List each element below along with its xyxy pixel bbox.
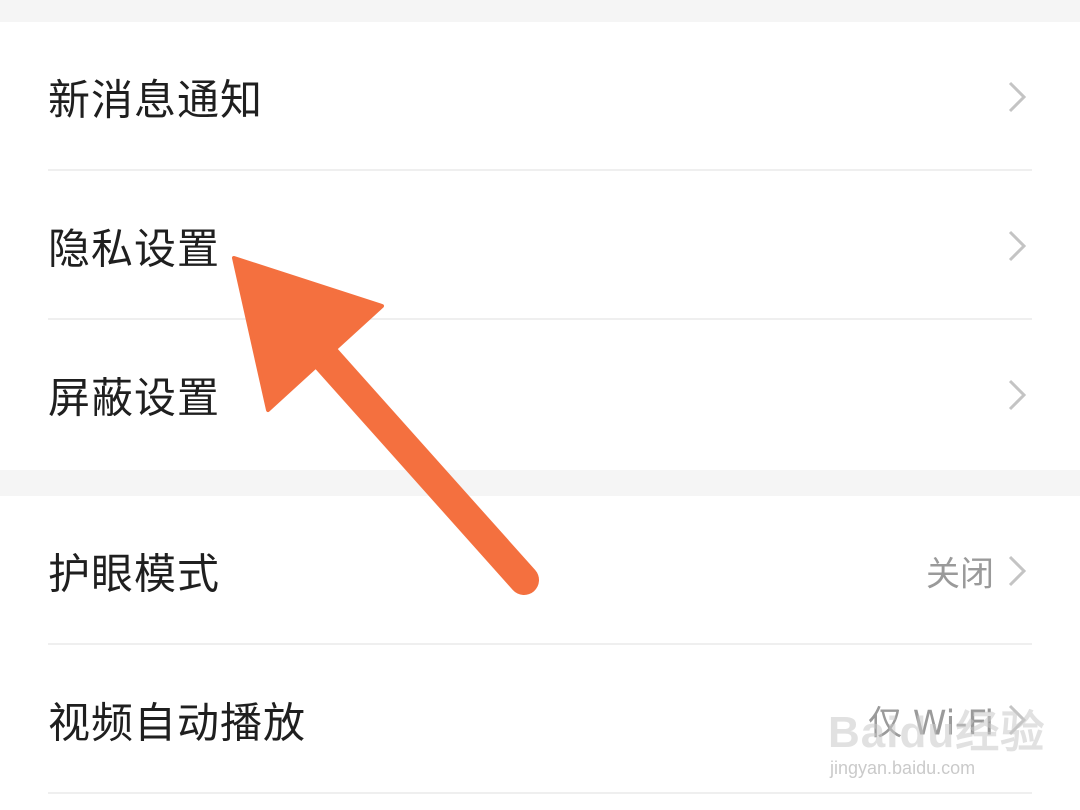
chevron-right-icon — [1008, 555, 1027, 586]
row-label: 隐私设置 — [48, 224, 221, 273]
row-block-settings[interactable]: 屏蔽设置 — [0, 320, 1080, 469]
chevron-right-icon — [1008, 81, 1027, 112]
row-label: 新消息通知 — [48, 75, 264, 124]
chevron-right-icon — [1008, 379, 1027, 410]
row-eye-protection-mode[interactable]: 护眼模式 关闭 — [0, 496, 1080, 645]
row-value: 仅 Wi-Fi — [868, 703, 994, 743]
row-label: 视频自动播放 — [48, 698, 307, 747]
settings-group-display: 护眼模式 关闭 视频自动播放 仅 Wi-Fi — [0, 496, 1080, 810]
row-label: 屏蔽设置 — [48, 373, 221, 422]
settings-screen: 新消息通知 隐私设置 屏蔽设置 护眼模式 关闭 视频自动播放 仅 Wi-Fi B… — [0, 0, 1080, 810]
row-video-autoplay[interactable]: 视频自动播放 仅 Wi-Fi — [0, 645, 1080, 794]
chevron-right-icon — [1008, 230, 1027, 261]
row-label: 护眼模式 — [48, 549, 221, 598]
chevron-right-icon — [1008, 704, 1027, 735]
row-privacy-settings[interactable]: 隐私设置 — [0, 171, 1080, 320]
row-value: 关闭 — [926, 554, 994, 594]
row-new-message-notification[interactable]: 新消息通知 — [0, 22, 1080, 171]
settings-group-general: 新消息通知 隐私设置 屏蔽设置 — [0, 22, 1080, 470]
